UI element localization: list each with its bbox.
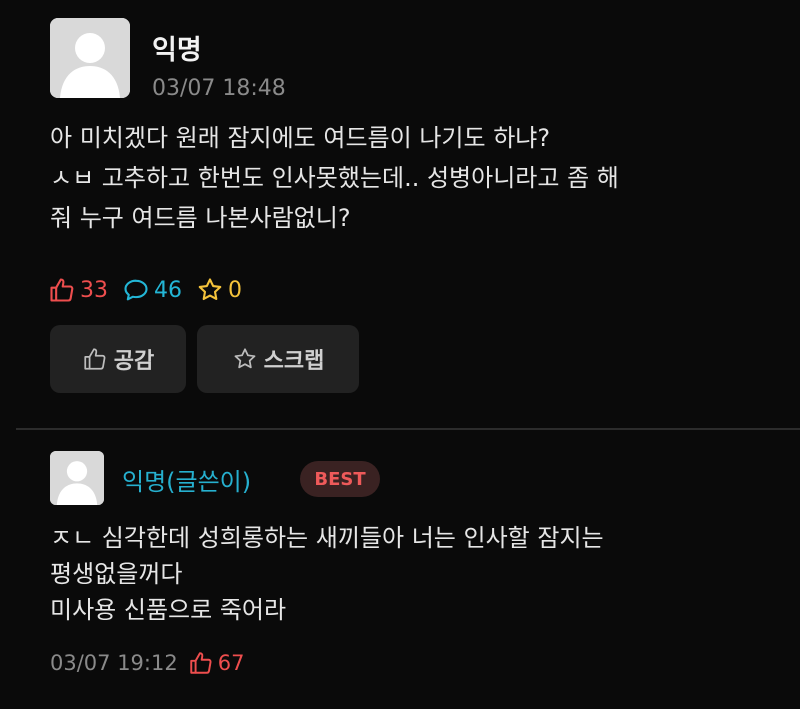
comment-like-button[interactable]: 67 <box>188 650 245 676</box>
comment-author[interactable]: 익명(글쓴이) <box>122 462 251 497</box>
speech-bubble-icon <box>124 279 148 301</box>
star-icon <box>234 348 256 369</box>
best-badge: BEST <box>300 461 380 497</box>
star-icon <box>198 278 222 301</box>
like-button-label: 공감 <box>113 349 155 374</box>
scrap-count-value: 0 <box>228 277 242 303</box>
comment-body: ㅈㄴ 심각한데 성희롱하는 새끼들아 너는 인사할 잠지는 평생없을꺼다 미사용… <box>50 520 780 628</box>
scrap-count: 0 <box>196 276 242 304</box>
post-avatar-icon[interactable] <box>50 18 130 98</box>
divider <box>16 428 800 430</box>
post-body: 아 미치겠다 원래 잠지에도 여드름이 나기도 하냐? ㅅㅂ 고추하고 한번도 … <box>50 118 780 238</box>
post-body-line: 줘 누구 여드름 나본사람없니? <box>50 204 351 232</box>
scrap-button[interactable]: 스크랩 <box>197 325 359 393</box>
thumbs-up-icon <box>84 348 106 370</box>
comment-like-count: 67 <box>217 651 245 675</box>
like-count-value: 33 <box>80 277 108 303</box>
comment-body-line: ㅈㄴ 심각한데 성희롱하는 새끼들아 너는 인사할 잠지는 <box>50 524 604 552</box>
post-stats: 33 46 0 <box>48 275 256 305</box>
like-count: 33 <box>48 276 108 304</box>
comment-avatar-icon[interactable] <box>50 451 104 505</box>
post-author[interactable]: 익명 <box>152 28 202 67</box>
comment-count-value: 46 <box>154 277 182 303</box>
comment-footer: 03/07 19:12 67 <box>50 650 244 676</box>
post-body-line: ㅅㅂ 고추하고 한번도 인사못했는데.. 성병아니라고 좀 해 <box>50 164 619 192</box>
thumbs-up-icon <box>189 652 212 674</box>
like-button[interactable]: 공감 <box>50 325 186 393</box>
post-body-line: 아 미치겠다 원래 잠지에도 여드름이 나기도 하냐? <box>50 124 551 152</box>
comment-date: 03/07 19:12 <box>50 651 178 675</box>
comment-count: 46 <box>122 276 182 304</box>
comment-body-line: 미사용 신품으로 죽어라 <box>50 596 287 624</box>
thumbs-up-icon <box>50 278 74 302</box>
scrap-button-label: 스크랩 <box>263 349 325 374</box>
post: 익명 03/07 18:48 아 미치겠다 원래 잠지에도 여드름이 나기도 하… <box>0 0 800 428</box>
comment-body-line: 평생없을꺼다 <box>50 560 183 588</box>
post-date: 03/07 18:48 <box>152 76 286 101</box>
